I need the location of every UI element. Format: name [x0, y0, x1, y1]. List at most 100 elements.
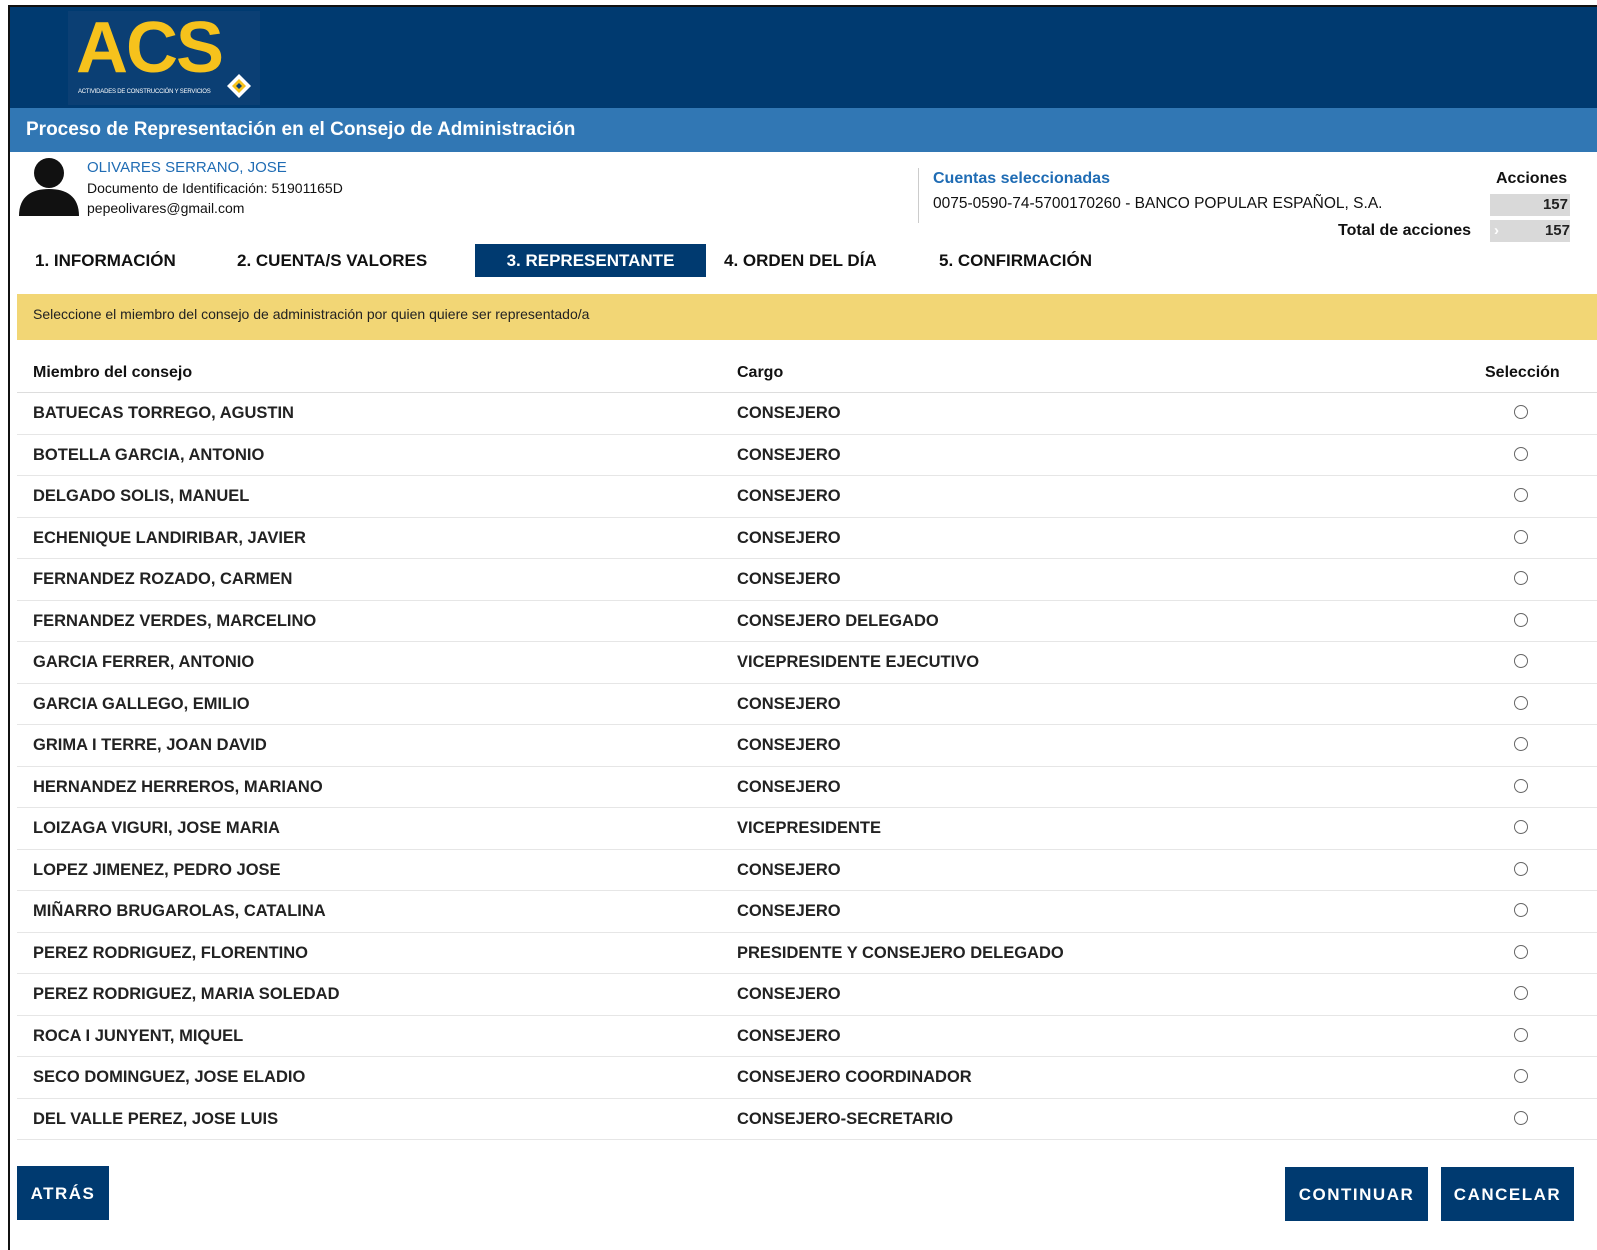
process-titlebar: Proceso de Representación en el Consejo … — [10, 108, 1597, 152]
table-row[interactable]: SECO DOMINGUEZ, JOSE ELADIO CONSEJERO COO… — [17, 1057, 1597, 1099]
table-row[interactable]: LOIZAGA VIGURI, JOSE MARIA VICEPRESIDENTE — [17, 808, 1597, 850]
shares-header: Acciones — [1496, 170, 1568, 187]
member-name: DEL VALLE PEREZ, JOSE LUIS — [33, 1109, 279, 1128]
select-radio[interactable] — [1514, 1110, 1528, 1125]
select-radio[interactable] — [1514, 571, 1528, 585]
member-role: CONSEJERO — [737, 528, 841, 547]
member-role: CONSEJERO — [737, 1026, 841, 1045]
member-name: GARCIA FERRER, ANTONIO — [33, 653, 255, 671]
table-row[interactable]: ECHENIQUE LANDIRIBAR, JAVIER CONSEJERO — [17, 518, 1597, 559]
table-row[interactable]: MIÑARRO BRUGAROLAS, CATALINA CONSEJERO — [17, 891, 1597, 933]
select-radio[interactable] — [1514, 1027, 1528, 1042]
logo-diamond-icon — [227, 74, 251, 98]
select-radio[interactable] — [1514, 986, 1528, 1000]
member-name: HERNANDEZ HERREROS, MARIANO — [33, 777, 323, 796]
member-role: CONSEJERO — [737, 902, 841, 920]
member-role: CONSEJERO — [737, 404, 841, 422]
select-radio[interactable] — [1514, 654, 1528, 668]
table-row[interactable]: PEREZ RODRIGUEZ, MARIA SOLEDAD CONSEJERO — [17, 974, 1597, 1016]
member-name: ECHENIQUE LANDIRIBAR, JAVIER — [33, 528, 306, 547]
member-name: FERNANDEZ VERDES, MARCELINO — [33, 611, 317, 630]
tab-confirmacion[interactable]: 5. CONFIRMACIÓN — [939, 244, 1092, 277]
select-radio[interactable] — [1514, 529, 1528, 544]
member-role: CONSEJERO — [737, 777, 841, 796]
member-name: GARCIA GALLEGO, EMILIO — [33, 694, 250, 713]
table-row[interactable]: BOTELLA GARCIA, ANTONIO CONSEJERO — [17, 435, 1597, 476]
step-tabs: 1. INFORMACIÓN 2. CUENTA/S VALORES 3. RE… — [18, 244, 1218, 278]
tab-representante[interactable]: 3. REPRESENTANTE — [475, 244, 706, 277]
divider — [918, 168, 919, 223]
chevron-right-icon: › — [1494, 222, 1499, 239]
account-line: 0075-0590-74-5700170260 - BANCO POPULAR … — [933, 195, 1382, 213]
member-role: CONSEJERO — [737, 985, 841, 1003]
table-row[interactable]: DEL VALLE PEREZ, JOSE LUIS CONSEJERO-SECR… — [17, 1099, 1597, 1140]
member-name: BOTELLA GARCIA, ANTONIO — [33, 445, 265, 464]
bank-name: BANCO POPULAR ESPAÑOL, S.A. — [1134, 195, 1383, 212]
member-role: CONSEJERO — [737, 487, 841, 505]
select-radio[interactable] — [1514, 488, 1528, 502]
table-row[interactable]: FERNANDEZ ROZADO, CARMEN CONSEJERO — [17, 559, 1597, 601]
select-radio[interactable] — [1514, 778, 1528, 793]
member-role: CONSEJERO-SECRETARIO — [737, 1109, 954, 1128]
total-shares-value: › 157 — [1490, 220, 1570, 242]
table-row[interactable]: GARCIA FERRER, ANTONIO VICEPRESIDENTE EJE… — [17, 642, 1597, 684]
back-button[interactable]: ATRÁS — [17, 1166, 109, 1220]
member-name: DELGADO SOLIS, MANUEL — [33, 487, 250, 505]
board-members-table: Miembro del consejo Cargo Selección BATU… — [17, 352, 1597, 1140]
acs-logo[interactable]: ACS ACTIVIDADES DE CONSTRUCCIÓN Y SERVIC… — [68, 8, 260, 105]
table-body: BATUECAS TORREGO, AGUSTIN CONSEJERO BOTELL… — [17, 393, 1597, 1140]
user-document: Documento de Identificación: 51901165D — [87, 180, 343, 196]
select-radio[interactable] — [1514, 695, 1528, 710]
logo-text: ACS — [76, 8, 224, 88]
member-name: SECO DOMINGUEZ, JOSE ELADIO — [33, 1068, 306, 1086]
select-radio[interactable] — [1514, 446, 1528, 461]
member-role: CONSEJERO — [737, 860, 841, 879]
select-radio[interactable] — [1514, 903, 1528, 917]
member-role: CONSEJERO — [737, 736, 841, 754]
table-row[interactable]: BATUECAS TORREGO, AGUSTIN CONSEJERO — [17, 393, 1597, 435]
logo-subtitle: ACTIVIDADES DE CONSTRUCCIÓN Y SERVICIOS — [78, 89, 211, 95]
member-role: CONSEJERO — [737, 445, 841, 464]
select-radio[interactable] — [1514, 1069, 1528, 1083]
account-number: 0075-0590-74-5700170260 - — [933, 195, 1135, 212]
member-role: VICEPRESIDENTE — [737, 819, 881, 837]
table-row[interactable]: DELGADO SOLIS, MANUEL CONSEJERO — [17, 476, 1597, 518]
member-role: CONSEJERO — [737, 694, 841, 713]
member-name: PEREZ RODRIGUEZ, MARIA SOLEDAD — [33, 985, 340, 1003]
user-avatar-icon — [19, 158, 79, 216]
accounts-title: Cuentas seleccionadas — [933, 170, 1110, 187]
member-name: LOIZAGA VIGURI, JOSE MARIA — [33, 819, 280, 837]
select-radio[interactable] — [1514, 944, 1528, 959]
cancel-button[interactable]: CANCELAR — [1441, 1167, 1574, 1221]
tab-orden-del-dia[interactable]: 4. ORDEN DEL DÍA — [724, 244, 877, 277]
page-title: Proceso de Representación en el Consejo … — [26, 119, 576, 140]
tab-cuentas-valores[interactable]: 2. CUENTA/S VALORES — [237, 244, 427, 277]
select-radio[interactable] — [1514, 861, 1528, 876]
select-radio[interactable] — [1514, 612, 1528, 627]
select-radio[interactable] — [1514, 820, 1528, 834]
select-radio[interactable] — [1514, 405, 1528, 419]
user-email: pepeolivares@gmail.com — [87, 200, 245, 216]
table-row[interactable]: LOPEZ JIMENEZ, PEDRO JOSE CONSEJERO — [17, 850, 1597, 891]
select-radio[interactable] — [1514, 737, 1528, 751]
shares-value-text: 157 — [1542, 196, 1568, 213]
table-row[interactable]: PEREZ RODRIGUEZ, FLORENTINO PRESIDENTE Y … — [17, 933, 1597, 974]
continue-button[interactable]: CONTINUAR — [1285, 1167, 1428, 1221]
table-row[interactable]: GARCIA GALLEGO, EMILIO CONSEJERO — [17, 684, 1597, 725]
member-role: CONSEJERO — [737, 570, 841, 588]
tab-informacion[interactable]: 1. INFORMACIÓN — [35, 244, 176, 277]
table-row[interactable]: ROCA I JUNYENT, MIQUEL CONSEJERO — [17, 1016, 1597, 1057]
member-name: LOPEZ JIMENEZ, PEDRO JOSE — [33, 860, 281, 879]
shares-value: 157 — [1490, 194, 1570, 216]
table-row[interactable]: FERNANDEZ VERDES, MARCELINO CONSEJERO DEL… — [17, 601, 1597, 642]
table-row[interactable]: GRIMA I TERRE, JOAN DAVID CONSEJERO — [17, 725, 1597, 767]
table-header: Miembro del consejo Cargo Selección — [17, 352, 1597, 393]
table-row[interactable]: HERNANDEZ HERREROS, MARIANO CONSEJERO — [17, 767, 1597, 808]
instruction-text: Seleccione el miembro del consejo de adm… — [33, 306, 590, 322]
member-name: MIÑARRO BRUGAROLAS, CATALINA — [33, 902, 326, 920]
total-shares-label: Total de acciones — [1338, 222, 1472, 239]
member-name: PEREZ RODRIGUEZ, FLORENTINO — [33, 943, 309, 962]
instruction-banner: Seleccione el miembro del consejo de adm… — [17, 294, 1597, 340]
member-role: PRESIDENTE Y CONSEJERO DELEGADO — [737, 943, 1064, 962]
member-name: GRIMA I TERRE, JOAN DAVID — [33, 736, 267, 754]
